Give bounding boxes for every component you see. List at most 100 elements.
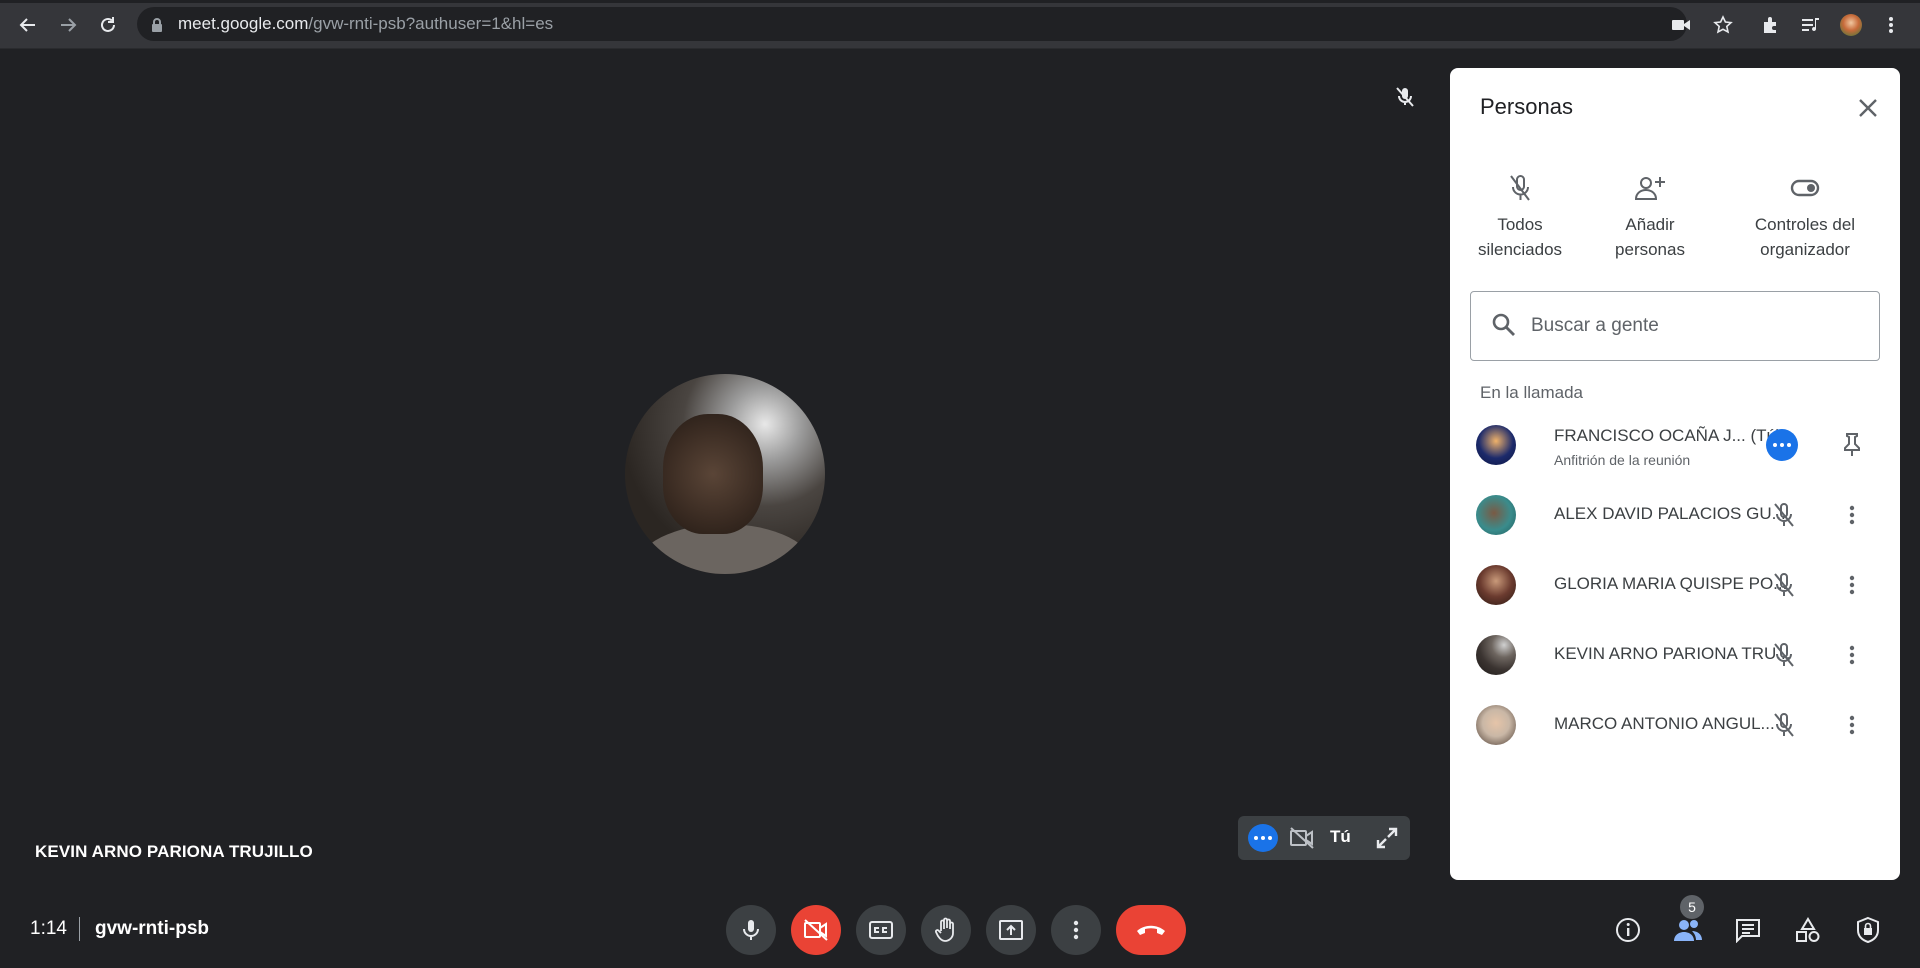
arrow-left-icon — [19, 18, 35, 32]
shield-lock-icon — [1857, 916, 1879, 944]
back-button[interactable] — [14, 11, 42, 39]
reload-button[interactable] — [94, 11, 122, 39]
participant-name: MARCO ANTONIO ANGUL... — [1554, 714, 1775, 733]
expand-icon[interactable] — [1374, 825, 1400, 856]
more-options-button[interactable] — [1248, 824, 1278, 852]
more-vert-icon — [1849, 715, 1855, 735]
hand-icon — [935, 917, 954, 942]
speaker-name: KEVIN ARNO PARIONA TRUJILLO — [35, 842, 313, 861]
browser-menu-icon[interactable] — [1878, 12, 1904, 38]
captions-button[interactable] — [856, 905, 906, 955]
participant-row[interactable]: MARCO ANTONIO ANGUL... — [1470, 694, 1880, 756]
address-url[interactable]: meet.google.com/gvw-rnti-psb?authuser=1&… — [178, 14, 553, 34]
forward-button[interactable] — [54, 11, 82, 39]
tab-strip-edge — [0, 0, 1920, 3]
participant-face — [663, 414, 763, 534]
camera-in-use-icon[interactable] — [1668, 12, 1694, 38]
pin-icon — [1844, 433, 1860, 456]
camera-off-icon — [804, 919, 828, 941]
avatar — [1476, 495, 1516, 535]
participant-row[interactable]: FRANCISCO OCAÑA J... (Tú) Anfitrión de l… — [1470, 414, 1880, 476]
participant-name: GLORIA MARIA QUISPE PO... — [1554, 574, 1788, 593]
camera-toggle-button[interactable] — [791, 905, 841, 955]
microphone-button[interactable] — [726, 905, 776, 955]
time-divider — [79, 917, 80, 941]
mute-all-label-line2: silenciados — [1477, 240, 1563, 259]
more-vert-icon — [1849, 575, 1855, 595]
add-people-button[interactable]: Añadir personas — [1600, 168, 1700, 262]
people-icon — [1674, 920, 1702, 941]
reload-icon — [101, 17, 115, 32]
avatar — [1476, 705, 1516, 745]
person-add-icon — [1634, 177, 1665, 200]
activities-shapes-icon — [1796, 917, 1820, 942]
participant-row[interactable]: GLORIA MARIA QUISPE PO... — [1470, 554, 1880, 616]
mute-all-button[interactable]: Todos silenciados — [1470, 168, 1570, 262]
media-control-icon[interactable] — [1798, 12, 1824, 38]
mic-off-icon — [1770, 641, 1798, 669]
search-input[interactable] — [1529, 310, 1853, 342]
activities-button[interactable] — [1792, 914, 1824, 946]
mic-off-icon — [1770, 571, 1798, 599]
participant-more-button[interactable] — [1838, 641, 1866, 669]
chat-icon — [1736, 919, 1760, 943]
mute-all-label-line1: Todos — [1497, 215, 1543, 234]
avatar — [1476, 565, 1516, 605]
meeting-details-button[interactable] — [1612, 914, 1644, 946]
camera-off-icon[interactable] — [1288, 825, 1316, 856]
participants-count-badge: 5 — [1680, 895, 1704, 919]
host-controls-button[interactable] — [1852, 914, 1884, 946]
participant-row[interactable]: KEVIN ARNO PARIONA TRU... — [1470, 624, 1880, 686]
close-panel-button[interactable] — [1852, 92, 1884, 124]
lock-icon — [152, 18, 162, 32]
browser-toolbar: meet.google.com/gvw-rnti-psb?authuser=1&… — [0, 0, 1920, 49]
participant-more-button[interactable] — [1838, 501, 1866, 529]
bookmark-star-icon[interactable] — [1710, 12, 1736, 38]
participant-row[interactable]: ALEX DAVID PALACIOS GU... — [1470, 484, 1880, 546]
url-path: /gvw-rnti-psb?authuser=1&hl=es — [308, 14, 554, 33]
add-people-label-line1: Añadir — [1625, 215, 1675, 234]
toggle-icon — [1790, 179, 1820, 197]
more-vert-icon — [1849, 505, 1855, 525]
participant-video-avatar — [625, 374, 825, 574]
avatar — [1476, 635, 1516, 675]
host-controls-label-line2: organizador — [1760, 240, 1850, 259]
participant-more-button[interactable] — [1838, 711, 1866, 739]
leave-call-button[interactable] — [1116, 905, 1186, 955]
mic-off-icon — [1392, 84, 1418, 110]
close-icon — [1859, 99, 1877, 117]
host-controls-label-line1: Controles del — [1754, 215, 1856, 234]
meeting-time: 1:14 — [30, 918, 67, 939]
participant-name: KEVIN ARNO PARIONA TRU... — [1554, 644, 1791, 663]
people-panel: Personas Todos silenciados Añadir person… — [1450, 68, 1900, 880]
participant-more-button[interactable] — [1838, 571, 1866, 599]
profile-avatar[interactable] — [1838, 12, 1864, 38]
mic-off-icon — [1510, 175, 1530, 201]
closed-captions-icon — [869, 921, 893, 939]
in-call-section-label: En la llamada — [1480, 383, 1584, 402]
url-host: meet.google.com — [178, 14, 309, 33]
present-screen-icon — [999, 920, 1023, 940]
add-people-label-line2: personas — [1615, 240, 1685, 259]
participant-name: ALEX DAVID PALACIOS GU... — [1554, 504, 1786, 523]
pin-button[interactable] — [1838, 431, 1866, 459]
people-search-box[interactable] — [1470, 291, 1880, 361]
participant-role: Anfitrión de la reunión — [1554, 452, 1691, 468]
host-controls-panel-button[interactable]: Controles del organizador — [1740, 168, 1870, 262]
raise-hand-button[interactable] — [921, 905, 971, 955]
more-vert-icon — [1073, 920, 1079, 940]
participant-name: FRANCISCO OCAÑA J... (Tú) — [1554, 426, 1782, 445]
people-button[interactable] — [1672, 914, 1704, 946]
participant-options-button[interactable] — [1766, 429, 1798, 461]
panel-title: Personas — [1480, 94, 1573, 119]
more-actions-button[interactable] — [1051, 905, 1101, 955]
search-icon — [1491, 312, 1517, 343]
chat-button[interactable] — [1732, 914, 1764, 946]
extensions-puzzle-icon[interactable] — [1758, 12, 1784, 38]
present-screen-button[interactable] — [986, 905, 1036, 955]
more-vert-icon — [1849, 645, 1855, 665]
mic-off-icon — [1770, 501, 1798, 529]
mic-off-icon — [1770, 711, 1798, 739]
arrow-right-icon — [61, 18, 77, 32]
meeting-code: gvw-rnti-psb — [95, 918, 209, 939]
